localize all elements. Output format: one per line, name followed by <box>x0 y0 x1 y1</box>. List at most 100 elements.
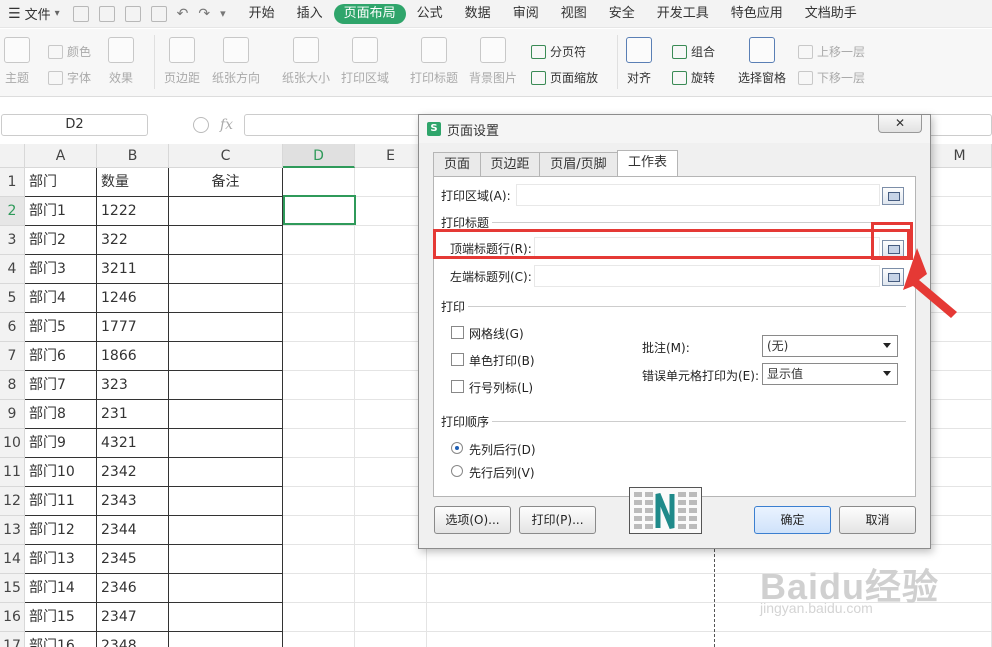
quick-access-dropdown-icon[interactable]: ▾ <box>220 7 226 20</box>
print-area-range-picker-icon[interactable] <box>882 187 904 205</box>
file-menu[interactable]: ☰ 文件 ▾ <box>0 0 68 28</box>
department-cell[interactable]: 部门5 <box>25 313 97 342</box>
print-titles-button[interactable]: 打印标题 <box>410 37 458 86</box>
errors-select[interactable]: 显示值 <box>762 363 898 385</box>
active-cell-d2[interactable] <box>283 195 356 225</box>
empty-cell[interactable] <box>283 284 355 313</box>
save-icon[interactable] <box>72 5 89 22</box>
department-cell[interactable]: 部门13 <box>25 545 97 574</box>
tab-doc-assistant[interactable]: 文档助手 <box>794 4 868 24</box>
empty-cell[interactable] <box>355 284 427 313</box>
column-header-a[interactable]: A <box>25 144 97 168</box>
header-cell-remark[interactable]: 备注 <box>169 168 283 197</box>
remark-cell[interactable] <box>169 574 283 603</box>
department-cell[interactable]: 部门14 <box>25 574 97 603</box>
quantity-cell[interactable]: 1866 <box>97 342 169 371</box>
comments-select[interactable]: (无) <box>762 335 898 357</box>
row-header[interactable]: 9 <box>0 400 25 429</box>
order-down-then-over-radio[interactable] <box>451 442 463 454</box>
remark-cell[interactable] <box>169 632 283 647</box>
quantity-cell[interactable]: 322 <box>97 226 169 255</box>
group-button[interactable]: 组合 <box>672 43 715 60</box>
empty-cell[interactable] <box>355 342 427 371</box>
quantity-cell[interactable]: 2342 <box>97 458 169 487</box>
tab-features[interactable]: 特色应用 <box>720 4 794 24</box>
empty-cell[interactable] <box>283 603 355 632</box>
quantity-cell[interactable]: 231 <box>97 400 169 429</box>
department-cell[interactable]: 部门10 <box>25 458 97 487</box>
remark-cell[interactable] <box>169 371 283 400</box>
ok-button[interactable]: 确定 <box>754 506 831 534</box>
quantity-cell[interactable]: 2343 <box>97 487 169 516</box>
remark-cell[interactable] <box>169 197 283 226</box>
tab-review[interactable]: 审阅 <box>502 4 550 24</box>
remark-cell[interactable] <box>169 255 283 284</box>
print-icon[interactable] <box>124 5 141 22</box>
redo-icon[interactable]: ↷ <box>198 6 210 22</box>
order-over-then-down-radio[interactable] <box>451 465 463 477</box>
empty-cell[interactable] <box>355 574 427 603</box>
empty-cell[interactable] <box>355 545 427 574</box>
undo-icon[interactable]: ↶ <box>177 6 189 22</box>
tab-sheet[interactable]: 工作表 <box>617 150 678 176</box>
department-cell[interactable]: 部门12 <box>25 516 97 545</box>
tab-page-layout[interactable]: 页面布局 <box>333 3 406 24</box>
row-header[interactable]: 10 <box>0 429 25 458</box>
cancel-button[interactable]: 取消 <box>839 506 916 534</box>
remark-cell[interactable] <box>169 516 283 545</box>
remark-cell[interactable] <box>169 284 283 313</box>
paper-size-button[interactable]: 纸张大小 <box>282 37 330 86</box>
row-header[interactable]: 1 <box>0 168 25 197</box>
print-button[interactable]: 打印(P)... <box>519 506 596 534</box>
empty-cell[interactable] <box>355 603 427 632</box>
quantity-cell[interactable]: 2344 <box>97 516 169 545</box>
quantity-cell[interactable]: 4321 <box>97 429 169 458</box>
print-area-input[interactable] <box>516 184 880 206</box>
dialog-title-bar[interactable]: S 页面设置 <box>419 115 930 143</box>
department-cell[interactable]: 部门1 <box>25 197 97 226</box>
align-button[interactable]: 对齐 <box>626 37 652 86</box>
tab-insert[interactable]: 插入 <box>286 4 334 24</box>
header-cell-quantity[interactable]: 数量 <box>97 168 169 197</box>
bring-forward-button[interactable]: 上移一层 <box>798 43 865 60</box>
quantity-cell[interactable]: 1246 <box>97 284 169 313</box>
background-image-button[interactable]: 背景图片 <box>469 37 517 86</box>
empty-cell[interactable] <box>355 197 427 226</box>
remark-cell[interactable] <box>169 545 283 574</box>
quantity-cell[interactable]: 1222 <box>97 197 169 226</box>
tab-security[interactable]: 安全 <box>598 4 646 24</box>
row-header[interactable]: 3 <box>0 226 25 255</box>
empty-cell[interactable] <box>283 400 355 429</box>
department-cell[interactable]: 部门7 <box>25 371 97 400</box>
print-preview-icon[interactable] <box>150 5 167 22</box>
zoom-icon[interactable] <box>193 117 209 133</box>
remark-cell[interactable] <box>169 429 283 458</box>
orientation-button[interactable]: 纸张方向 <box>212 37 260 86</box>
row-col-headers-checkbox[interactable] <box>451 380 464 393</box>
tab-page[interactable]: 页面 <box>433 152 481 176</box>
quantity-cell[interactable]: 2346 <box>97 574 169 603</box>
fx-icon[interactable]: fx <box>220 117 233 133</box>
margins-button[interactable]: 页边距 <box>164 37 200 86</box>
empty-cell[interactable] <box>283 516 355 545</box>
row-header[interactable]: 2 <box>0 197 25 226</box>
selection-pane-button[interactable]: 选择窗格 <box>738 37 786 86</box>
page-break-button[interactable]: 分页符 <box>531 43 586 60</box>
row-header[interactable]: 17 <box>0 632 25 647</box>
empty-cell[interactable] <box>283 632 355 647</box>
row-header[interactable]: 16 <box>0 603 25 632</box>
department-cell[interactable]: 部门16 <box>25 632 97 647</box>
quantity-cell[interactable]: 1777 <box>97 313 169 342</box>
empty-cell[interactable] <box>355 226 427 255</box>
empty-cell[interactable] <box>283 313 355 342</box>
department-cell[interactable]: 部门2 <box>25 226 97 255</box>
row-header[interactable]: 4 <box>0 255 25 284</box>
empty-cell[interactable] <box>355 313 427 342</box>
department-cell[interactable]: 部门9 <box>25 429 97 458</box>
quantity-cell[interactable]: 2348 <box>97 632 169 647</box>
empty-cell[interactable] <box>283 574 355 603</box>
empty-cell[interactable] <box>355 487 427 516</box>
tab-formulas[interactable]: 公式 <box>406 4 454 24</box>
empty-cell[interactable] <box>355 168 427 197</box>
department-cell[interactable]: 部门15 <box>25 603 97 632</box>
